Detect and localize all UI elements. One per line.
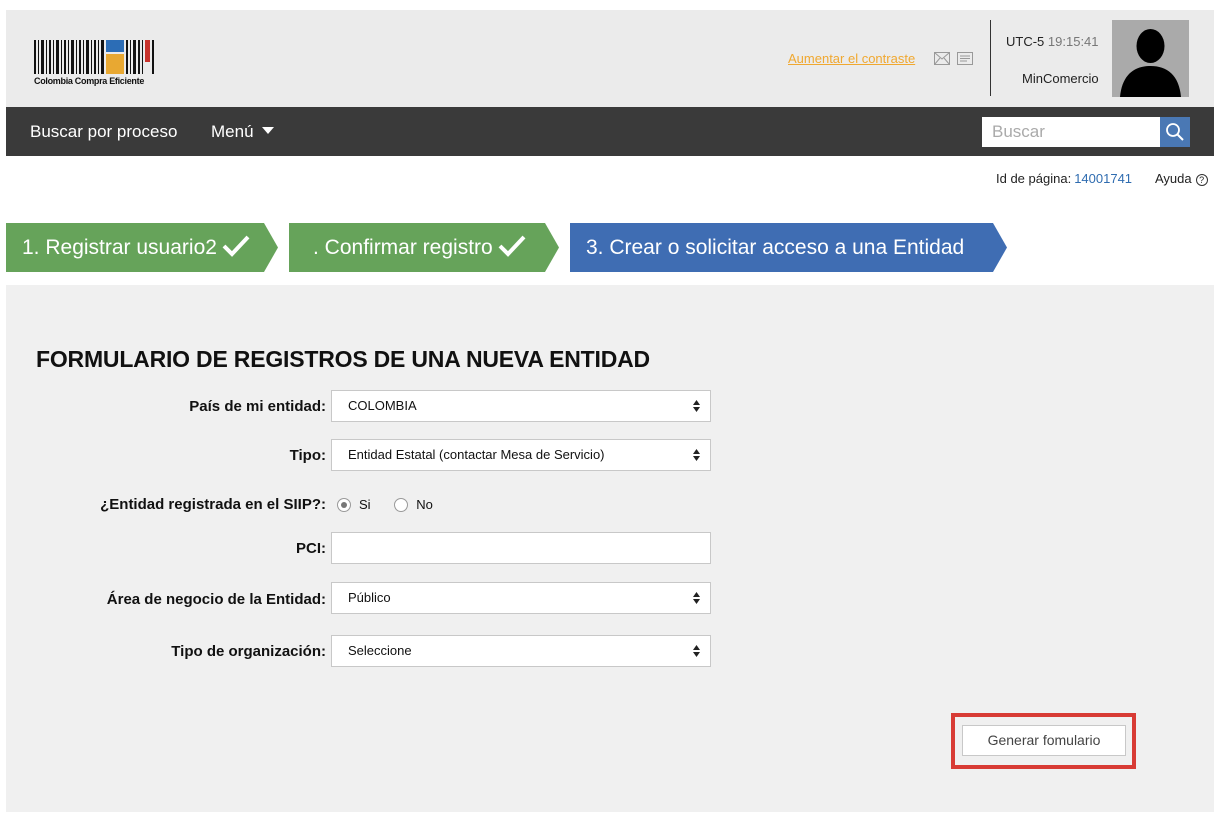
avatar[interactable] — [1112, 20, 1189, 97]
step-2-label: . Confirmar registro — [313, 236, 493, 259]
org-type-select[interactable]: Seleccione — [331, 635, 711, 667]
help-icon: ? — [1195, 174, 1208, 186]
search-input[interactable] — [982, 117, 1160, 147]
page-id-label: Id de página: — [996, 171, 1072, 186]
colombia-compra-logo[interactable]: Colombia Compra Eficiente — [34, 40, 159, 90]
org-type-value: Seleccione — [348, 643, 412, 658]
current-time: 19:15:41 — [1047, 34, 1099, 49]
header-divider — [990, 20, 991, 96]
page-id: Id de página: 14001741 — [996, 171, 1132, 186]
navbar: Buscar por proceso Menú — [6, 107, 1214, 156]
business-area-select[interactable]: Público — [331, 582, 711, 614]
select-arrows-icon — [693, 592, 700, 604]
pci-label: PCI: — [296, 540, 326, 557]
country-label: País de mi entidad: — [189, 398, 326, 415]
select-arrows-icon — [693, 449, 700, 461]
business-area-label: Área de negocio de la Entidad: — [106, 591, 326, 608]
siip-yes-label: Si — [359, 497, 371, 512]
barcode-logo-icon — [34, 40, 154, 74]
nav-menu-label: Menú — [211, 122, 254, 141]
increase-contrast-link[interactable]: Aumentar el contraste — [788, 51, 915, 66]
nav-search-by-process[interactable]: Buscar por proceso — [30, 122, 177, 142]
step-register-user[interactable]: 1. Registrar usuario2 — [6, 223, 278, 272]
help-label: Ayuda — [1155, 171, 1192, 186]
siip-radio-group: Si No — [337, 497, 453, 512]
select-arrows-icon — [693, 645, 700, 657]
logo-text: Colombia Compra Eficiente — [34, 76, 145, 86]
checkmark-icon — [221, 234, 251, 258]
clock: UTC-5 19:15:41 — [1006, 34, 1099, 49]
country-select[interactable]: COLOMBIA — [331, 390, 711, 422]
search-icon — [1166, 123, 1184, 141]
form-title: FORMULARIO DE REGISTROS DE UNA NUEVA ENT… — [36, 346, 650, 372]
page-id-value: 14001741 — [1074, 171, 1133, 186]
type-select[interactable]: Entidad Estatal (contactar Mesa de Servi… — [331, 439, 711, 471]
document-icon[interactable] — [957, 52, 973, 65]
step-1-label: 1. Registrar usuario2 — [22, 236, 217, 259]
org-type-label: Tipo de organización: — [171, 643, 326, 660]
siip-label: ¿Entidad registrada en el SIIP?: — [100, 496, 326, 513]
user-silhouette-icon — [1120, 29, 1181, 97]
mail-icon[interactable] — [934, 52, 950, 65]
form-panel: FORMULARIO DE REGISTROS DE UNA NUEVA ENT… — [6, 285, 1214, 812]
user-name[interactable]: MinComercio — [1022, 71, 1099, 86]
timezone: UTC-5 — [1006, 34, 1045, 49]
caret-down-icon — [261, 127, 274, 134]
select-arrows-icon — [693, 400, 700, 412]
generate-form-button[interactable]: Generar fomulario — [962, 725, 1126, 756]
nav-menu[interactable]: Menú — [211, 122, 274, 142]
step-3-label: 3. Crear o solicitar acceso a una Entida… — [586, 236, 965, 259]
checkmark-icon — [497, 234, 527, 258]
pci-input[interactable] — [331, 532, 711, 564]
siip-yes-radio[interactable] — [337, 498, 351, 512]
step-create-entity[interactable]: 3. Crear o solicitar acceso a una Entida… — [570, 223, 1007, 272]
country-value: COLOMBIA — [348, 398, 417, 413]
business-area-value: Público — [348, 590, 391, 605]
type-label: Tipo: — [289, 447, 326, 464]
step-confirm-registration[interactable]: . Confirmar registro — [289, 223, 559, 272]
siip-no-label: No — [416, 497, 433, 512]
header: Colombia Compra Eficiente Aumentar el co… — [6, 10, 1214, 107]
help-link[interactable]: Ayuda? — [1155, 171, 1208, 186]
search-button[interactable] — [1160, 117, 1190, 147]
type-value: Entidad Estatal (contactar Mesa de Servi… — [348, 447, 605, 462]
siip-no-radio[interactable] — [394, 498, 409, 512]
